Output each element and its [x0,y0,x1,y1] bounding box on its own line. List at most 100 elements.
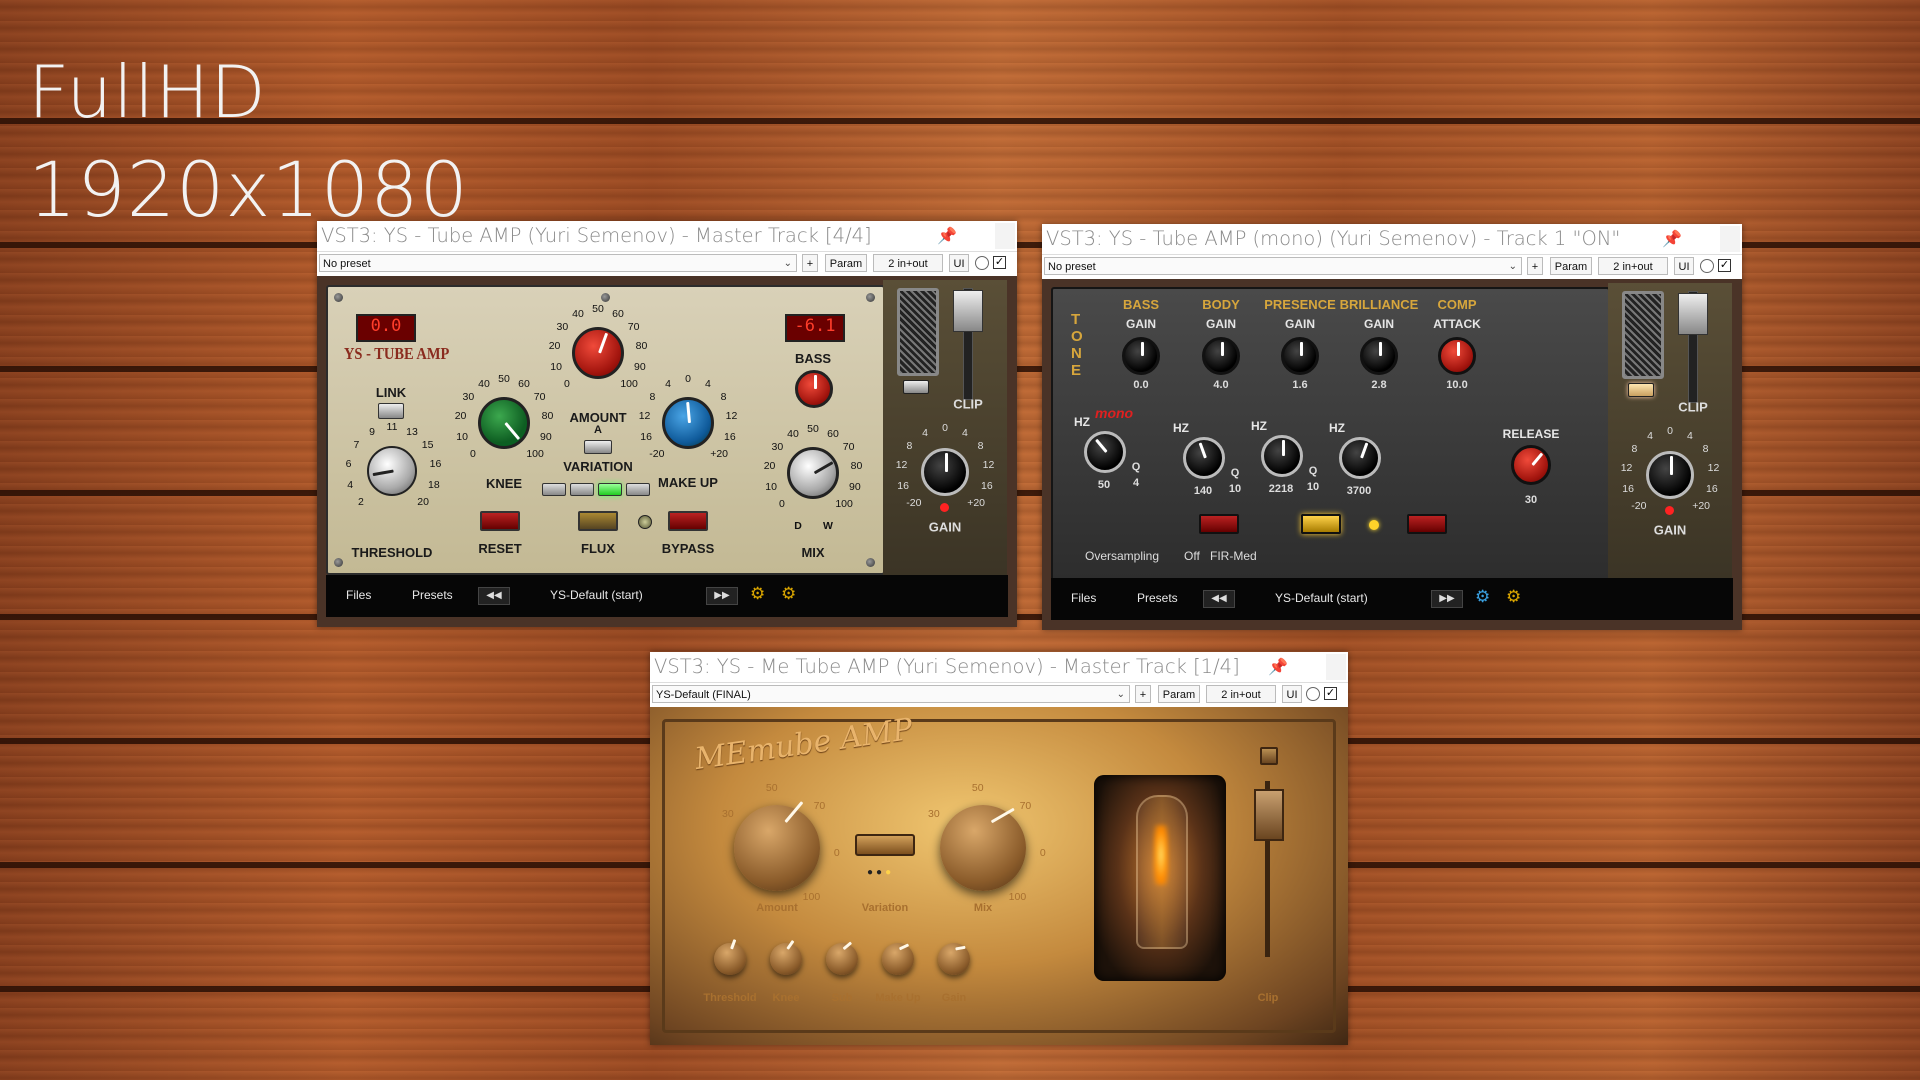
io-button[interactable]: 2 in+out [873,254,943,272]
gear-icon-2[interactable]: ⚙ [781,584,796,604]
clip-fader-handle[interactable] [953,290,983,332]
files-button[interactable]: Files [1071,591,1096,605]
gain-led [940,503,949,512]
link-toggle[interactable] [378,403,404,419]
window-titlebar[interactable]: VST3: YS - Me Tube AMP (Yuri Semenov) - … [650,652,1348,682]
variation-switch[interactable] [855,834,915,856]
preset-dropdown[interactable]: No preset ⌄ [319,254,797,272]
gear-icon[interactable]: ⚙ [750,584,765,604]
gain-scale-label: 16 [1622,482,1634,495]
io-button[interactable]: 2 in+out [1598,257,1668,275]
files-button[interactable]: Files [346,588,371,602]
threshold-knob[interactable] [367,446,417,496]
presence-gain-knob[interactable] [1281,337,1319,375]
sub-knob[interactable] [826,942,858,975]
bass-gain-knob[interactable] [1122,337,1160,375]
close-button[interactable] [1720,226,1740,252]
makeup-scale-label: 8 [649,391,656,404]
enable-checkbox[interactable]: ✓ [1718,259,1731,272]
comp-gain-knob[interactable] [1438,337,1476,375]
flux-trim-screw[interactable] [638,515,652,529]
prev-preset-button[interactable]: ◀◀ [478,587,510,605]
plugin-body: T O N E mono Oversampling Off FIR-Med RE… [1042,279,1742,630]
release-knob[interactable] [1511,445,1551,485]
enable-checkbox[interactable]: ✓ [993,256,1006,269]
gear-icon-2[interactable]: ⚙ [1506,587,1521,607]
gain-knob[interactable] [938,943,970,975]
knee-knob[interactable] [770,940,802,975]
close-button[interactable] [995,223,1015,249]
chevron-down-icon: ⌄ [1116,689,1125,700]
bass-switch[interactable] [1199,514,1239,534]
ui-button[interactable]: UI [949,254,969,272]
clip-fader-handle[interactable] [1254,789,1284,841]
add-preset-button[interactable]: + [802,254,818,272]
hz-knob-2[interactable] [1183,437,1225,479]
flux-button[interactable] [578,511,618,531]
amount-knob[interactable] [734,801,820,891]
add-preset-button[interactable]: + [1527,257,1543,275]
clip-indicator [903,380,929,394]
ui-button[interactable]: UI [1282,685,1302,703]
variation-toggle[interactable] [584,440,612,454]
pin-icon[interactable]: 📌 [1268,657,1288,677]
threshold-knob[interactable] [714,939,746,975]
close-button[interactable] [1326,654,1346,680]
preset-dropdown[interactable]: No preset ⌄ [1044,257,1522,275]
enable-checkbox[interactable]: ✓ [1324,687,1337,700]
variation-slot-1[interactable] [542,483,566,496]
param-button[interactable]: Param [825,254,867,272]
hz-knob-4[interactable] [1339,437,1381,479]
variation-slot-2[interactable] [570,483,594,496]
makeup-knob[interactable] [662,397,714,449]
clip-fader-handle[interactable] [1678,293,1708,335]
gain-scale-label: +20 [1692,500,1711,513]
variation-slot-3[interactable] [598,483,622,496]
mono-label: mono [1095,405,1134,421]
mix-scale-label: 0 [778,498,785,511]
reset-button[interactable] [480,511,520,531]
presets-button[interactable]: Presets [1137,591,1178,605]
bypass-power-icon[interactable] [1700,259,1714,273]
brilliance-gain-knob[interactable] [1360,337,1398,375]
prev-preset-button[interactable]: ◀◀ [1203,590,1235,608]
amount-knob[interactable] [572,327,624,379]
bypass-power-icon[interactable] [975,256,989,270]
ui-button[interactable]: UI [1674,257,1694,275]
oversampling-fir-option[interactable]: FIR-Med [1210,549,1257,563]
mix-knob[interactable] [940,805,1026,891]
param-button[interactable]: Param [1550,257,1592,275]
bass-label: BASS [794,351,832,366]
knee-scale-label: 10 [456,430,468,443]
hz-knob-1[interactable] [1084,431,1126,473]
bass-knob[interactable] [795,370,833,408]
pin-icon[interactable]: 📌 [1662,229,1682,249]
section-title-presence: PRESENCE [1264,297,1336,312]
bypass-power-icon[interactable] [1306,687,1320,701]
amount-scale-label: 20 [548,340,561,353]
body-gain-knob[interactable] [1202,337,1240,375]
knee-knob[interactable] [478,397,530,449]
next-preset-button[interactable]: ▶▶ [706,587,738,605]
gain-scale-label: 12 [1707,462,1720,475]
param-button[interactable]: Param [1158,685,1200,703]
gain-knob[interactable] [921,448,969,496]
add-preset-button[interactable]: + [1135,685,1151,703]
comp-switch[interactable] [1407,514,1447,534]
hz-knob-3[interactable] [1261,435,1303,477]
window-titlebar[interactable]: VST3: YS - Tube AMP (mono) (Yuri Semenov… [1042,224,1742,254]
io-button[interactable]: 2 in+out [1206,685,1276,703]
mix-knob[interactable] [787,447,839,499]
oversampling-off-option[interactable]: Off [1184,549,1200,563]
next-preset-button[interactable]: ▶▶ [1431,590,1463,608]
pin-icon[interactable]: 📌 [937,226,957,246]
gear-icon[interactable]: ⚙ [1475,587,1490,607]
variation-slot-4[interactable] [626,483,650,496]
presence-switch[interactable] [1301,514,1341,534]
presets-button[interactable]: Presets [412,588,453,602]
window-titlebar[interactable]: VST3: YS - Tube AMP (Yuri Semenov) - Mas… [317,221,1017,251]
make-up-knob[interactable] [882,943,914,975]
gain-knob[interactable] [1646,451,1694,499]
bypass-button[interactable] [668,511,708,531]
preset-dropdown[interactable]: YS-Default (FINAL) ⌄ [652,685,1130,703]
